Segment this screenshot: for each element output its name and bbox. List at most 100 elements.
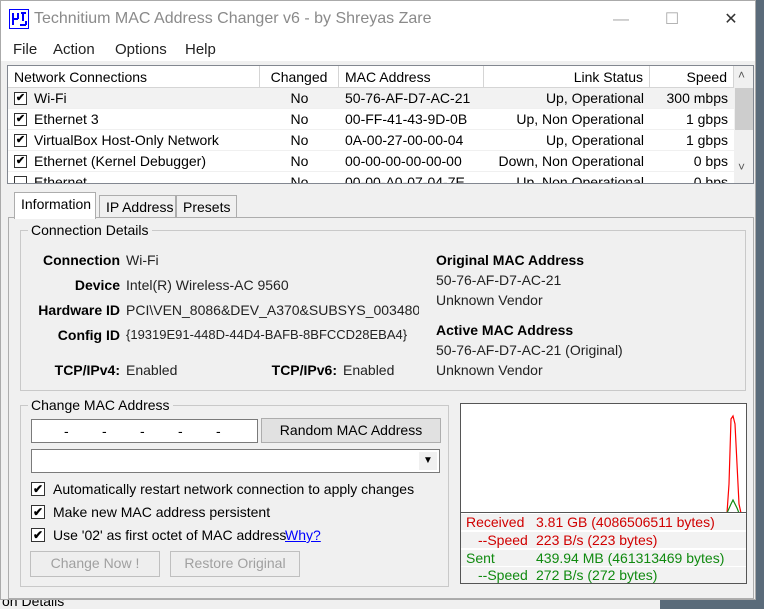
config-id-value: {19319E91-448D-44D4-BAFB-8BFCCD28EBA4} [126, 327, 408, 342]
tab-ip-address[interactable]: IP Address [99, 195, 176, 218]
received-value: 3.81 GB (4086506511 bytes) [536, 514, 715, 530]
connection-changed: No [290, 132, 309, 148]
restore-original-button[interactable]: Restore Original [170, 551, 300, 577]
received-row: Received 3.81 GB (4086506511 bytes) [461, 513, 746, 530]
traffic-graph-panel: Received 3.81 GB (4086506511 bytes) --Sp… [460, 403, 747, 584]
tcp-ipv4-value: Enabled [126, 362, 178, 378]
connection-checkbox[interactable]: ✔ [14, 155, 27, 168]
vendor-combo[interactable]: ▼ [31, 449, 440, 473]
active-mac-value: 50-76-AF-D7-AC-21 (Original) [436, 342, 623, 358]
device-value: Intel(R) Wireless-AC 9560 [126, 277, 289, 293]
connection-checkbox[interactable]: ✔ [14, 134, 27, 147]
minimize-button[interactable]: — [601, 7, 641, 33]
tab-information[interactable]: Information [14, 192, 96, 219]
connection-name: Ethernet (Kernel Debugger) [34, 153, 206, 169]
connection-link-status: Up, Non Operational [516, 111, 644, 127]
persistent-label[interactable]: Make new MAC address persistent [53, 504, 270, 520]
sent-value: 439.94 MB (461313469 bytes) [536, 550, 725, 566]
received-speed-row: --Speed 223 B/s (223 bytes) [461, 531, 746, 548]
connection-row[interactable]: ✔ Ethernet 3 No 00-FF-41-43-9D-0B Up, Non Op… [8, 109, 734, 130]
connection-name: VirtualBox Host-Only Network [34, 132, 219, 148]
random-mac-button[interactable]: Random MAC Address [261, 418, 441, 443]
app-window: Technitium MAC Address Changer v6 - by S… [0, 0, 756, 600]
connection-checkbox[interactable]: ✔ [14, 92, 27, 105]
original-vendor: Unknown Vendor [436, 292, 543, 308]
mac-separator: - [216, 423, 221, 439]
connection-speed: 1 gbps [685, 132, 728, 148]
list-scrollbar[interactable]: ˄ ˅ [734, 66, 753, 183]
tcp-ipv4-label: TCP/IPv4: [54, 362, 120, 378]
connection-link-status: Up, Non Operational [516, 174, 644, 184]
auto-restart-checkbox[interactable]: ✔ [31, 482, 45, 496]
connection-speed: 300 mbps [666, 90, 728, 106]
column-header-mac-address[interactable]: MAC Address [339, 66, 484, 88]
sent-label: Sent [466, 550, 495, 566]
use-02-octet-checkbox[interactable]: ✔ [31, 528, 45, 542]
tcp-ipv6-label: TCP/IPv6: [271, 362, 337, 378]
column-header-speed[interactable]: Speed [650, 66, 734, 88]
menu-action[interactable]: Action [53, 41, 95, 58]
connection-link-status: Up, Operational [545, 90, 644, 106]
close-button[interactable]: ✕ [711, 7, 751, 33]
sent-traffic-line [726, 498, 745, 513]
column-header-link-status[interactable]: Link Status [484, 66, 650, 88]
mac-separator: - [178, 423, 183, 439]
connection-name: Ethernet 3 [34, 111, 99, 127]
connection-row[interactable]: Ethernet No 00-00-A0-07-04-7E Up, Non Opera… [8, 172, 734, 184]
mac-separator: - [64, 423, 69, 439]
sent-speed-row: --Speed 272 B/s (272 bytes) [461, 566, 746, 583]
column-header-network-connections[interactable]: Network Connections [8, 66, 260, 88]
received-label: Received [466, 514, 525, 530]
menu-help[interactable]: Help [185, 41, 216, 58]
change-now-button[interactable]: Change Now ! [30, 551, 160, 577]
connection-mac: 50-76-AF-D7-AC-21 [345, 90, 471, 106]
background-window-text: on Details [2, 600, 65, 609]
menu-file[interactable]: File [13, 41, 37, 58]
hardware-id-value: PCI\VEN_8086&DEV_A370&SUBSYS_0034808 [126, 302, 419, 318]
auto-restart-label[interactable]: Automatically restart network connection… [53, 481, 414, 497]
connection-value: Wi-Fi [126, 252, 159, 268]
change-mac-label: Change MAC Address [28, 397, 173, 413]
connection-mac: 00-00-00-00-00-00 [345, 153, 462, 169]
connection-changed: No [290, 90, 309, 106]
tab-presets[interactable]: Presets [176, 195, 237, 218]
received-speed-value: 223 B/s (223 bytes) [536, 532, 658, 548]
network-connections-list[interactable]: Network Connections Changed MAC Address … [7, 65, 754, 184]
connection-details-label: Connection Details [28, 222, 152, 238]
connection-checkbox[interactable] [14, 176, 27, 183]
traffic-graph [461, 414, 746, 513]
connection-checkbox[interactable]: ✔ [14, 113, 27, 126]
title-bar: Technitium MAC Address Changer v6 - by S… [1, 1, 755, 39]
scrollbar-thumb[interactable] [735, 88, 753, 130]
connection-link-status: Down, Non Operational [498, 153, 644, 169]
app-logo-icon [9, 9, 29, 29]
connection-row[interactable]: ✔ Wi-Fi No 50-76-AF-D7-AC-21 Up, Operational… [8, 88, 734, 109]
tcp-ipv6-value: Enabled [343, 362, 395, 378]
original-mac-title: Original MAC Address [436, 252, 585, 268]
original-mac-value: 50-76-AF-D7-AC-21 [436, 272, 562, 288]
active-mac-title: Active MAC Address [436, 322, 574, 338]
connection-mac: 0A-00-27-00-00-04 [345, 132, 464, 148]
scroll-up-arrow-icon[interactable]: ˄ [738, 68, 745, 82]
device-label: Device [74, 277, 120, 293]
column-header-changed[interactable]: Changed [260, 66, 339, 88]
sent-speed-label: --Speed [478, 567, 528, 583]
why-link[interactable]: Why? [285, 527, 321, 543]
connection-changed: No [290, 153, 309, 169]
menu-options[interactable]: Options [115, 41, 167, 58]
use-02-octet-label[interactable]: Use '02' as first octet of MAC address [53, 527, 286, 543]
scroll-down-arrow-icon[interactable]: ˅ [738, 160, 745, 174]
received-traffic-line [726, 414, 745, 513]
connection-speed: 1 gbps [685, 111, 728, 127]
background-window: on Details [0, 600, 660, 609]
persistent-checkbox[interactable]: ✔ [31, 505, 45, 519]
connection-row[interactable]: ✔ VirtualBox Host-Only Network No 0A-00-27-… [8, 130, 734, 151]
active-vendor: Unknown Vendor [436, 362, 543, 378]
mac-address-input[interactable]: - - - - - [31, 419, 258, 443]
connection-row[interactable]: ✔ Ethernet (Kernel Debugger) No 00-00-00-00… [8, 151, 734, 172]
maximize-button[interactable]: ☐ [652, 7, 692, 33]
connection-mac: 00-FF-41-43-9D-0B [345, 111, 468, 127]
connection-label: Connection [43, 252, 120, 268]
connection-link-status: Up, Operational [545, 132, 644, 148]
dropdown-arrow-icon[interactable]: ▼ [419, 452, 437, 470]
